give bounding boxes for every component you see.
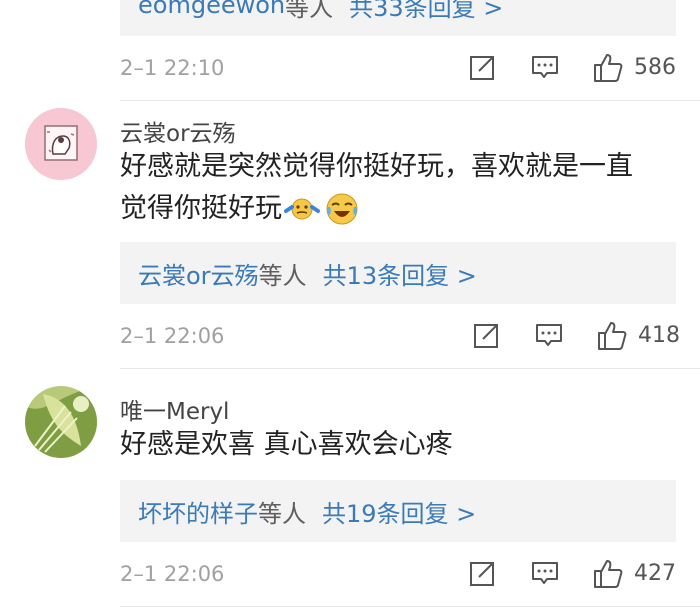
like-icon[interactable] <box>592 558 624 590</box>
avatar[interactable] <box>25 386 97 458</box>
comment-text: 好感就是突然觉得你挺好玩，喜欢就是一直 觉得你挺好玩 <box>120 146 680 230</box>
reply-count[interactable]: 共33条回复 > <box>349 0 503 23</box>
avatar-illustration <box>25 108 97 180</box>
reply-count[interactable]: 共19条回复 > <box>322 494 476 529</box>
comment-icon[interactable] <box>530 558 560 588</box>
comment-time: 2–1 22:06 <box>120 324 225 348</box>
reply-names[interactable]: 云裳or云殇 <box>138 256 259 291</box>
share-icon[interactable] <box>468 558 498 588</box>
divider <box>120 606 700 607</box>
like-count: 586 <box>634 55 676 80</box>
avatar[interactable] <box>25 108 97 180</box>
comment-text: 好感是欢喜 真心喜欢会心疼 <box>120 424 680 466</box>
comment-time: 2–1 22:06 <box>120 562 225 586</box>
like-icon[interactable] <box>592 52 624 84</box>
like-count: 418 <box>638 323 680 348</box>
reply-count[interactable]: 共13条回复 > <box>323 256 477 291</box>
like-icon[interactable] <box>596 320 628 352</box>
comment-text-line-2: 觉得你挺好玩 <box>120 188 680 230</box>
comment-text-line: 觉得你挺好玩 <box>120 193 282 224</box>
reply-summary[interactable]: eomgeewon 等人 共33条回复 > <box>120 0 676 36</box>
laugh-cry-emoji <box>326 193 358 225</box>
reply-names[interactable]: 坏坏的样子 <box>138 494 258 529</box>
comment-meta: 2–1 22:06 418 <box>120 318 680 358</box>
username[interactable]: 唯一Meryl <box>120 392 229 426</box>
reply-suffix: 等人 <box>285 0 334 22</box>
comment-icon[interactable] <box>530 52 560 82</box>
share-icon[interactable] <box>472 320 502 350</box>
comment-meta: 2–1 22:06 427 <box>120 556 680 596</box>
comment-time: 2–1 22:10 <box>120 56 225 80</box>
share-icon[interactable] <box>468 52 498 82</box>
like-count: 427 <box>634 561 676 586</box>
username[interactable]: 云裳or云殇 <box>120 114 236 148</box>
reply-summary[interactable]: 云裳or云殇 等人 共13条回复 > <box>120 242 676 304</box>
shrug-emoji <box>284 198 320 220</box>
comment-text-line: 好感是欢喜 真心喜欢会心疼 <box>120 429 453 460</box>
reply-summary[interactable]: 坏坏的样子 等人 共19条回复 > <box>120 480 676 542</box>
divider <box>120 100 700 101</box>
comment-meta: 2–1 22:10 586 <box>120 50 680 90</box>
reply-suffix: 等人 <box>258 499 306 528</box>
comment-text-line: 好感就是突然觉得你挺好玩，喜欢就是一直 <box>120 151 633 182</box>
avatar-illustration <box>25 386 97 458</box>
reply-suffix: 等人 <box>258 261 307 290</box>
comment-icon[interactable] <box>534 320 564 350</box>
divider <box>120 368 700 369</box>
reply-names[interactable]: eomgeewon <box>138 0 285 19</box>
